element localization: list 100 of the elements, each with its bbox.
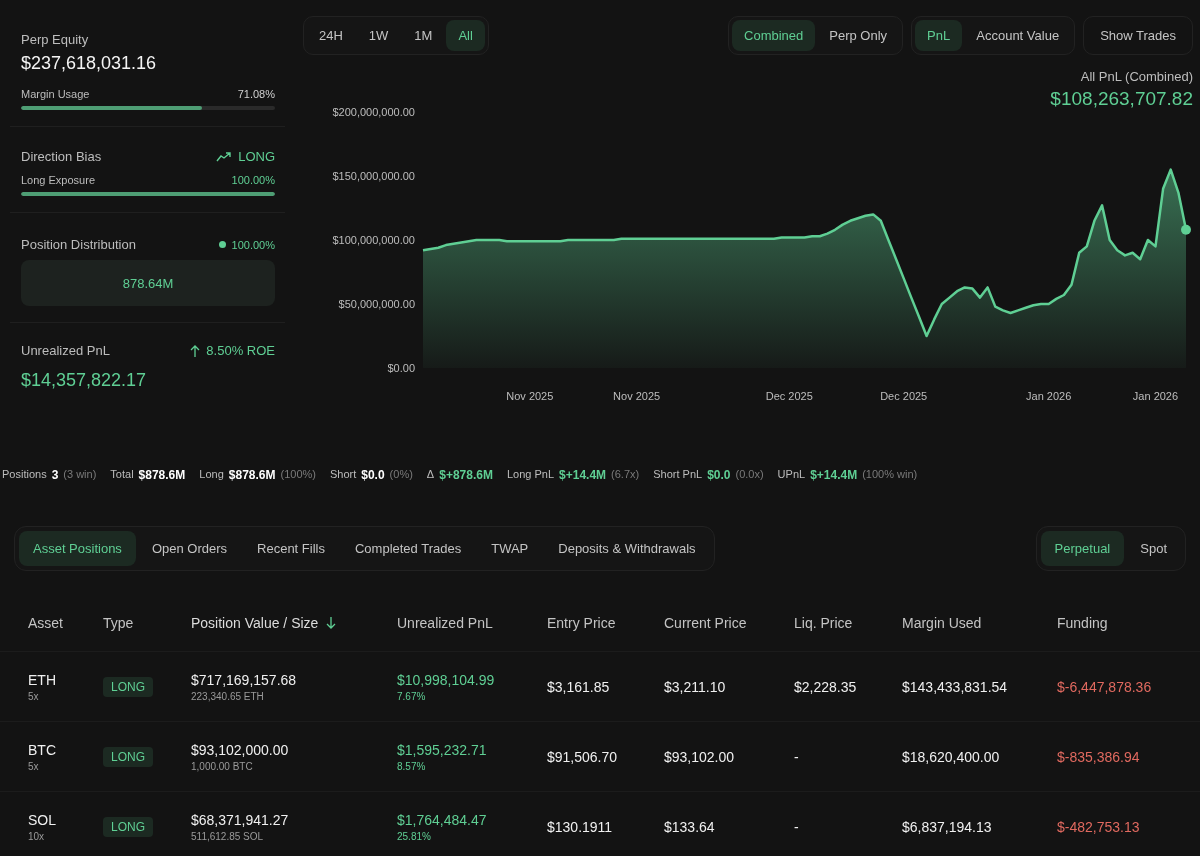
stat-reading: 100.00% xyxy=(231,174,275,186)
bias-value: LONG xyxy=(238,149,275,164)
toggle-option[interactable]: Perp Only xyxy=(817,20,900,51)
stat-reading: 71.08% xyxy=(237,88,275,100)
axis-tick-label: Jan 2026 xyxy=(1026,390,1072,402)
unrealized-pnl: $1,764,484.47 xyxy=(397,811,488,828)
roe-reading: 8.50% ROE xyxy=(206,343,275,358)
stat-value: $+14.4M xyxy=(810,468,858,482)
axis-tick-label: Dec 2025 xyxy=(765,390,813,402)
axis-tick-label: $100,000,000.00 xyxy=(332,234,415,246)
column-header[interactable]: Asset xyxy=(28,615,63,631)
table-cell: $3,161.85 xyxy=(547,678,610,695)
table-cell: - xyxy=(794,748,799,765)
stat-label: Direction Bias xyxy=(21,149,102,164)
tab[interactable]: Deposits & Withdrawals xyxy=(544,531,710,566)
leverage-text: 10x xyxy=(28,830,46,842)
stat-label: UPnL xyxy=(777,468,806,482)
pnl-percent: 8.57% xyxy=(397,760,427,772)
table-cell: $3,211.10 xyxy=(664,678,726,695)
range-tab[interactable]: All xyxy=(446,20,485,51)
stat-label: Long Exposure xyxy=(21,174,95,186)
unrealized-pnl: $1,595,232.71 xyxy=(397,741,488,758)
column-header[interactable]: Type xyxy=(103,615,134,631)
column-header[interactable]: Entry Price xyxy=(547,615,616,631)
stat-label: Δ xyxy=(426,468,435,482)
tab[interactable]: Open Orders xyxy=(137,531,242,566)
stat-label: Long xyxy=(199,468,224,482)
toggle-option[interactable]: Account Value xyxy=(964,20,1072,51)
column-header[interactable]: Current Price xyxy=(664,615,747,631)
unrealized-pnl: $10,998,104.99 xyxy=(397,671,496,688)
funding-value: $-6,447,878.36 xyxy=(1057,678,1152,695)
axis-tick-label: $200,000,000.00 xyxy=(332,106,415,118)
axis-tick-label: Nov 2025 xyxy=(506,390,554,402)
axis-tick-label: Dec 2025 xyxy=(880,390,928,402)
pnl-percent: 25.81% xyxy=(397,830,432,842)
toggle-option[interactable]: Combined xyxy=(732,20,816,51)
asset-name: SOL xyxy=(28,811,57,828)
axis-tick-label: Jan 2026 xyxy=(1132,390,1179,402)
axis-tick-label: Nov 2025 xyxy=(613,390,661,402)
toggle-option[interactable]: Perpetual xyxy=(1040,531,1125,566)
toggle-option[interactable]: PnL xyxy=(915,20,963,51)
stat-label: Total xyxy=(110,468,134,482)
column-header[interactable]: Unrealized PnL xyxy=(397,615,493,631)
stat-value: $878.6M xyxy=(138,468,186,482)
tab[interactable]: Recent Fills xyxy=(243,531,339,566)
position-value: $93,102,000.00 xyxy=(191,741,290,758)
stat-label: Perp Equity xyxy=(21,32,90,47)
leverage-text: 5x xyxy=(28,760,40,772)
table-cell: - xyxy=(794,818,799,835)
stat-value: $0.0 xyxy=(361,468,385,482)
axis-tick-label: $50,000,000.00 xyxy=(338,298,415,310)
stat-value: $878.6M xyxy=(228,468,276,482)
column-header[interactable]: Margin Used xyxy=(902,615,982,631)
table-cell: $133.64 xyxy=(664,818,715,835)
tab[interactable]: Completed Trades xyxy=(340,531,476,566)
stat-value: $0.0 xyxy=(707,468,731,482)
stat-note: (0.0x) xyxy=(735,468,764,482)
stat-note: (100%) xyxy=(280,468,316,482)
range-tab[interactable]: 1W xyxy=(356,20,401,51)
pnl-percent: 7.67% xyxy=(397,690,427,702)
tab[interactable]: Asset Positions xyxy=(19,531,136,566)
range-tab[interactable]: 24H xyxy=(307,20,355,51)
position-size: 223,340.65 ETH xyxy=(191,690,265,702)
column-header[interactable]: Funding xyxy=(1057,615,1108,631)
table-cell: $2,228.35 xyxy=(794,678,857,695)
tab[interactable]: TWAP xyxy=(477,531,543,566)
table-cell: $18,620,400.00 xyxy=(902,748,1000,765)
stat-label: Long PnL xyxy=(506,468,555,482)
show-trades-button[interactable]: Show Trades xyxy=(1083,16,1193,55)
stat-label: Short PnL xyxy=(653,468,703,482)
stat-label: Short xyxy=(329,468,357,482)
unrealized-pnl-value: $14,357,822.17 xyxy=(21,370,148,391)
table-cell: $143,433,831.54 xyxy=(902,678,1008,695)
stat-reading: 100.00% xyxy=(231,238,275,251)
side-badge: LONG xyxy=(103,746,153,767)
funding-value: $-482,753.13 xyxy=(1057,818,1140,835)
end-point-marker xyxy=(1181,224,1191,235)
stat-value: $+878.6M xyxy=(439,468,493,482)
stat-note: (3 win) xyxy=(63,468,97,482)
position-value: $717,169,157.68 xyxy=(191,671,298,688)
stat-note: (6.7x) xyxy=(611,468,640,482)
position-size: 1,000.00 BTC xyxy=(191,760,254,772)
asset-name: BTC xyxy=(28,741,57,758)
column-header[interactable]: Liq. Price xyxy=(794,615,853,631)
table-cell: $6,837,194.13 xyxy=(902,818,992,835)
range-tab[interactable]: 1M xyxy=(402,20,445,51)
table-cell: $130.1911 xyxy=(547,818,613,835)
stat-label: Position Distribution xyxy=(21,237,136,252)
position-value: $68,371,941.27 xyxy=(191,811,290,828)
toggle-option[interactable]: Spot xyxy=(1126,531,1181,566)
chart-total: $108,263,707.82 xyxy=(1050,88,1193,110)
table-cell: $93,102.00 xyxy=(664,748,735,765)
sort-arrow-icon xyxy=(326,617,337,629)
asset-name: ETH xyxy=(28,671,57,688)
funding-value: $-835,386.94 xyxy=(1057,748,1140,765)
side-badge: LONG xyxy=(103,676,153,697)
chart-caption: All PnL (Combined) xyxy=(1080,69,1193,84)
column-header[interactable]: Position Value / Size xyxy=(191,615,319,631)
distribution-bar: 878.64M xyxy=(21,260,275,306)
stat-note: (0%) xyxy=(389,468,413,482)
